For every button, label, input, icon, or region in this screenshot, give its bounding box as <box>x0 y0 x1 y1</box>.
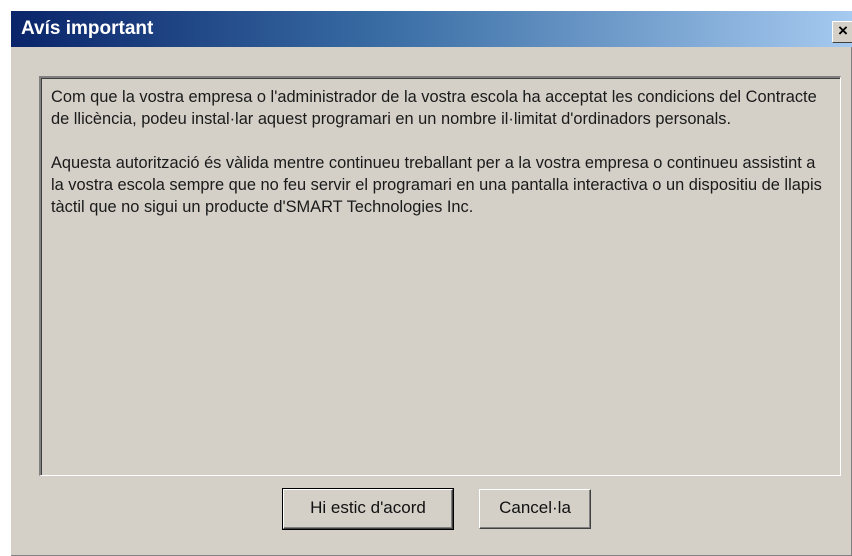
accept-button[interactable]: Hi estic d'acord <box>282 488 454 530</box>
title-bar[interactable]: Avís important <box>11 11 852 47</box>
message-paragraph-1: Com que la vostra empresa o l'administra… <box>51 88 817 128</box>
dialog-title: Avís important <box>21 18 154 39</box>
close-button[interactable]: × <box>832 21 852 43</box>
message-paragraph-2: Aquesta autorització és vàlida mentre co… <box>51 154 822 216</box>
cancel-button[interactable]: Cancel·la <box>479 489 591 529</box>
license-dialog: Avís important × Com que la vostra empre… <box>10 10 852 556</box>
close-icon: × <box>838 21 848 40</box>
message-box: Com que la vostra empresa o l'administra… <box>39 76 841 476</box>
